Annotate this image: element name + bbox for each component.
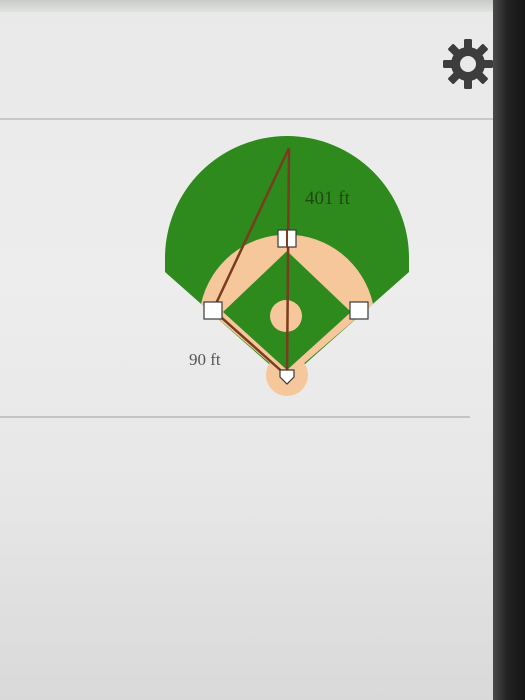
baseball-field-diagram: 401 ft 90 ft xyxy=(165,136,409,396)
pitchers-mound xyxy=(270,300,302,332)
base-distance-label: 90 ft xyxy=(189,350,221,369)
lower-panel xyxy=(0,418,496,700)
gear-icon[interactable] xyxy=(440,36,496,92)
center-field-distance-label: 401 ft xyxy=(305,188,351,209)
third-base xyxy=(203,301,223,320)
device-bezel xyxy=(493,0,525,700)
top-bar xyxy=(0,0,496,12)
app-screen: 401 ft 90 ft xyxy=(0,0,496,700)
header-panel xyxy=(0,12,496,118)
field-panel: 401 ft 90 ft xyxy=(0,120,496,416)
first-base xyxy=(349,301,369,320)
settings-button[interactable] xyxy=(440,36,496,92)
